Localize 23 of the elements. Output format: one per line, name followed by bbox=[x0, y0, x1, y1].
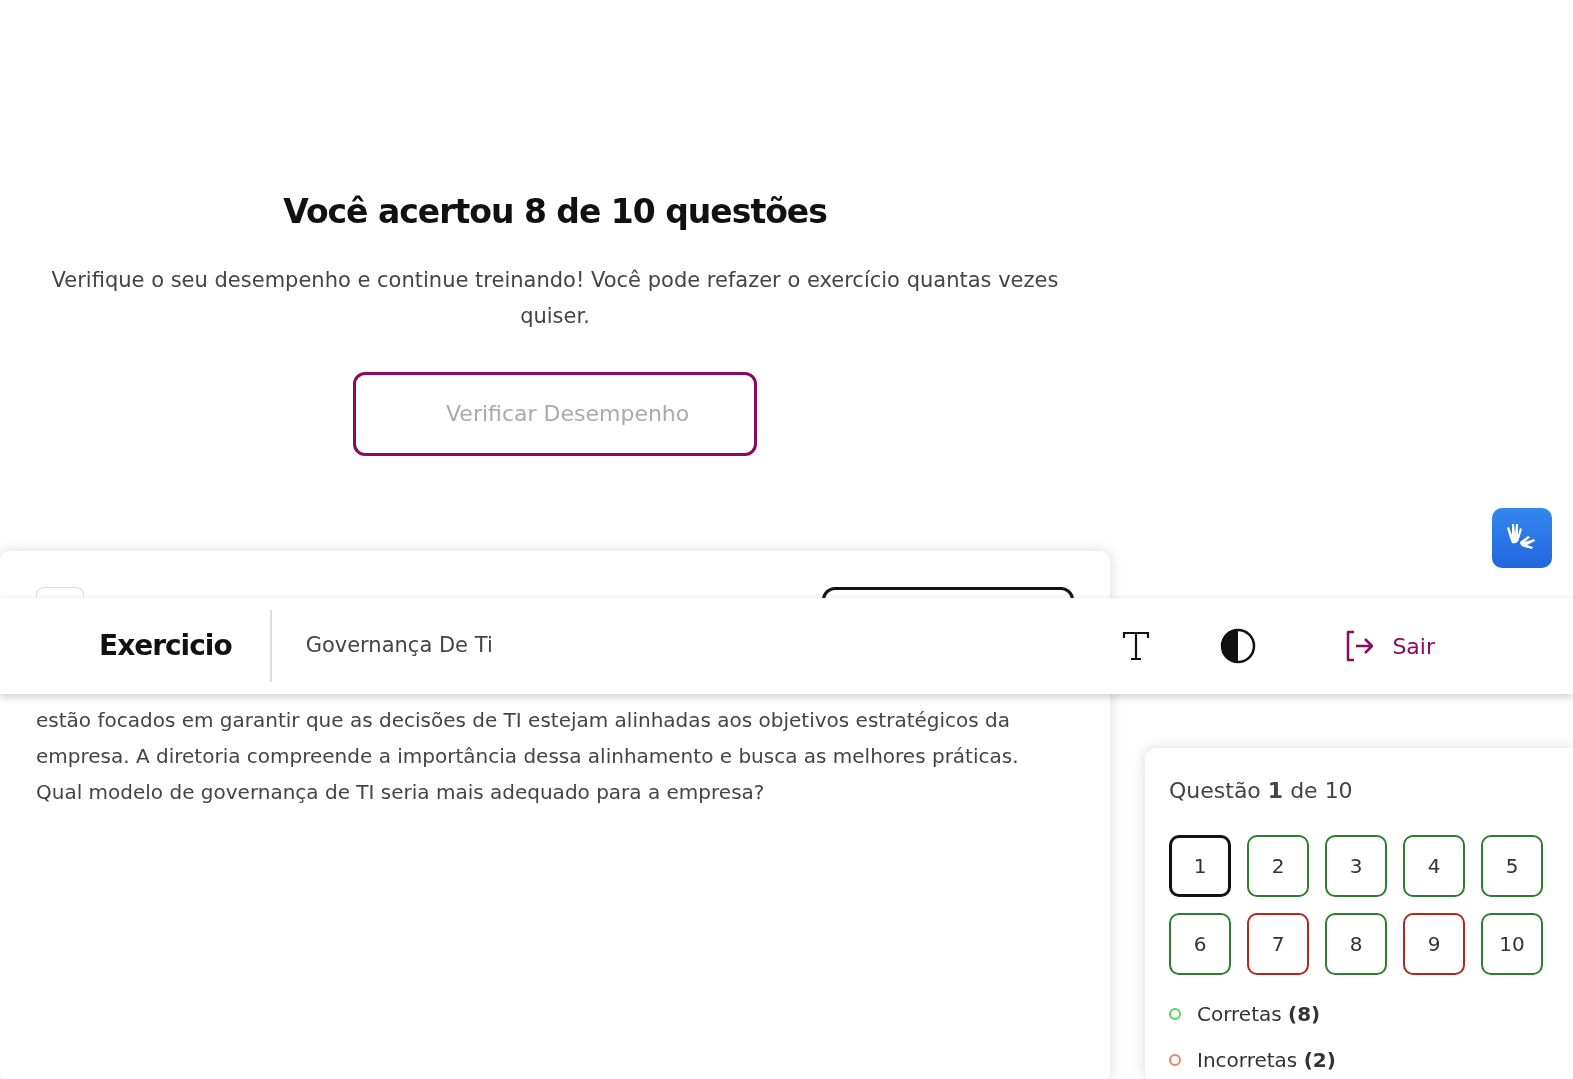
legend-label: Incorretas (2) bbox=[1197, 1047, 1336, 1074]
question-number-button[interactable]: 6 bbox=[1169, 913, 1231, 975]
question-number-button[interactable]: 8 bbox=[1325, 913, 1387, 975]
question-number-button[interactable]: 9 bbox=[1403, 913, 1465, 975]
sign-language-button[interactable] bbox=[1492, 508, 1552, 568]
question-number-button[interactable]: 5 bbox=[1481, 835, 1543, 897]
question-number-button[interactable]: 2 bbox=[1247, 835, 1309, 897]
question-number-button[interactable]: 10 bbox=[1481, 913, 1543, 975]
exit-link[interactable]: Sair bbox=[1344, 629, 1435, 663]
question-number-button[interactable]: 4 bbox=[1403, 835, 1465, 897]
question-prompt: Qual modelo de governança de TI seria mais adequado para a empresa? bbox=[36, 778, 766, 806]
question-number-button[interactable]: 3 bbox=[1325, 835, 1387, 897]
result-subtitle: Verifique o seu desempenho e continue treinando! Você pode refazer o exercício quantas vezes quiser. bbox=[50, 266, 1060, 330]
subject-title: Governança De Ti bbox=[304, 632, 493, 660]
result-title: Você acertou 8 de 10 questões bbox=[282, 192, 828, 232]
question-text: estão focados em garantir que as decisões de TI estejam alinhadas aos objetivos estratégicos da empresa. A diretoria compreende a importância dessa alinhamento e busca as melhores práticas. bbox=[36, 706, 1020, 770]
contrast-icon[interactable] bbox=[1220, 628, 1257, 664]
legend-label: Corretas (8) bbox=[1197, 1001, 1321, 1028]
brand-title: Exercicio bbox=[98, 628, 233, 664]
font-size-icon[interactable] bbox=[1122, 630, 1151, 662]
question-counter: Questão 1 de 10 bbox=[1169, 777, 1354, 805]
question-number-button[interactable]: 7 bbox=[1247, 913, 1309, 975]
question-number-button[interactable]: 1 bbox=[1169, 835, 1231, 897]
